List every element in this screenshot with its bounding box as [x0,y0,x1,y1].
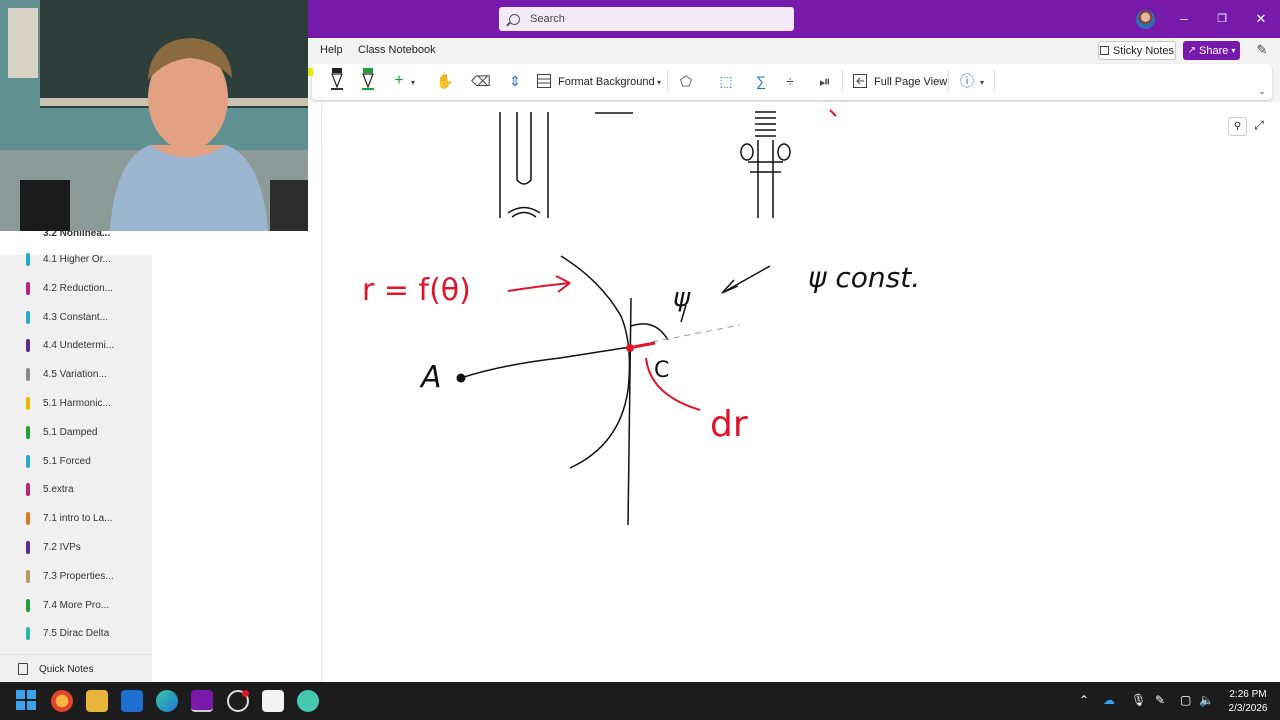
point-a-label: A [419,360,442,395]
psi-const-label: ψ const. [808,261,920,294]
curve-r-f-theta [560,255,631,469]
vertical-line [627,297,632,526]
onedrive-icon[interactable]: ☁ [1103,693,1115,707]
windows-start-icon[interactable] [16,690,36,710]
point-c-label: C [654,358,669,383]
ink-stroke [829,109,837,117]
chevron-up-icon[interactable]: ⌃ [1079,693,1089,707]
outlook-icon[interactable] [121,690,143,712]
webcam-frame [0,0,308,231]
tube-figure-left [499,112,633,218]
dr-label: dr [710,404,748,445]
pen-tray-icon[interactable]: ✎ [1155,693,1165,707]
network-icon[interactable]: ▢ [1180,693,1191,707]
edge-icon[interactable] [156,690,178,712]
firefox-icon[interactable] [51,690,73,712]
app-icon[interactable] [262,690,284,712]
snip-icon[interactable] [297,690,319,712]
ray-from-a [460,346,631,379]
point-a [456,373,466,383]
tangent-dashed-line [651,324,741,343]
point-on-curve [626,344,634,352]
notification-dot-icon [242,690,249,697]
webcam-video [0,0,308,231]
onenote-icon[interactable] [191,690,213,712]
arrow-to-curve [507,275,571,293]
clock-time[interactable]: 2:26 PM [1224,689,1272,700]
equation-label: r = f(θ) [362,273,471,308]
angle-arc-psi [630,323,669,341]
spring-figure-right [740,111,791,218]
volume-icon[interactable]: 🔈 [1199,693,1214,707]
clock-date[interactable]: 2/3/2026 [1222,703,1274,714]
psi-label: ψ [673,283,691,313]
microphone-icon[interactable]: 🎙 [1131,693,1146,707]
arrow-to-psi [721,265,771,294]
file-explorer-icon[interactable] [86,690,108,712]
